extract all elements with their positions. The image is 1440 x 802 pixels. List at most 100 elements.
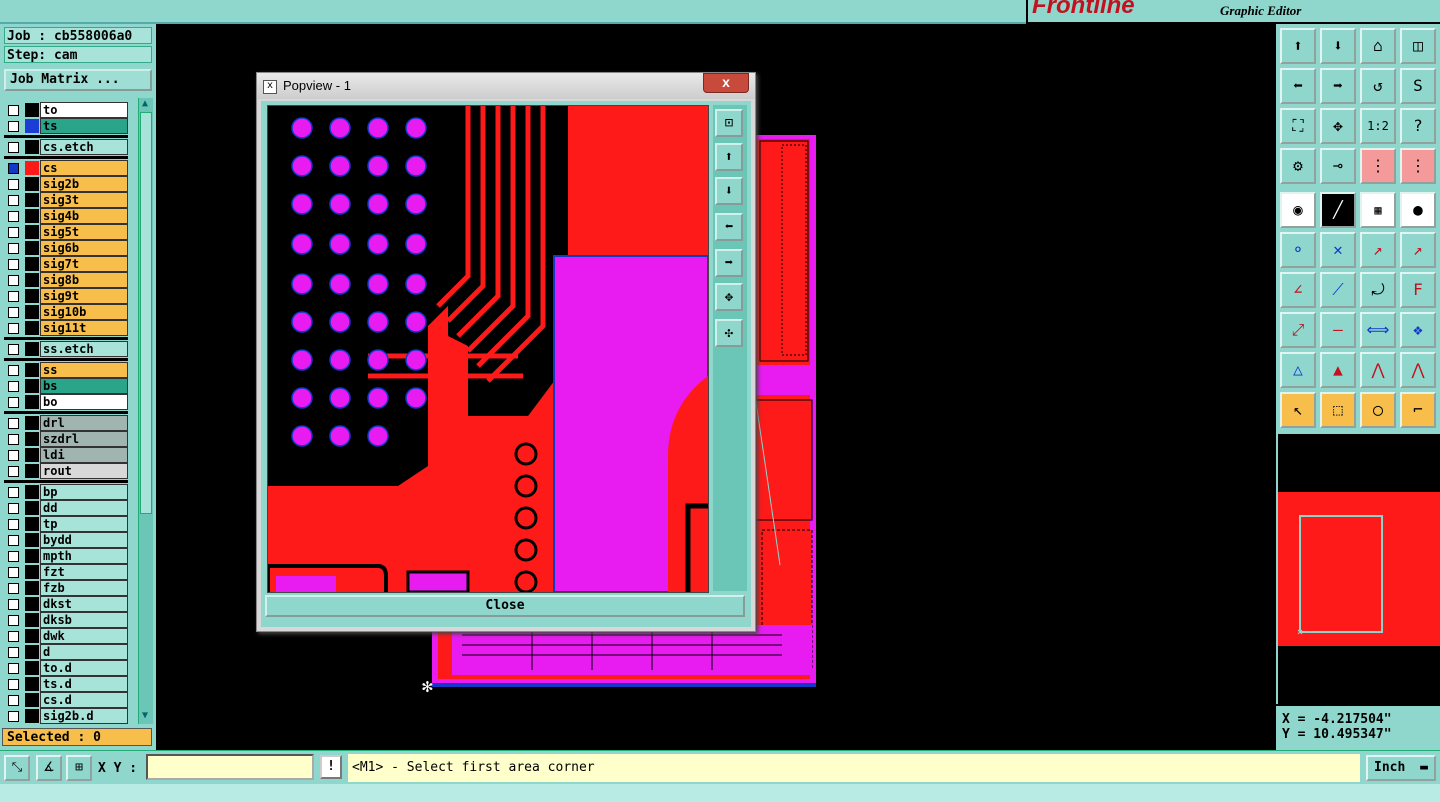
layer-row[interactable]: ss.etch [4,341,128,357]
mirror-icon[interactable]: F [1400,272,1436,308]
layer-row[interactable]: bs [4,378,128,394]
layer-name[interactable]: drl [40,415,128,431]
layer-checkbox[interactable] [8,450,19,461]
triangle-up-icon[interactable]: ▲ [1320,352,1356,388]
layer-color-swatch[interactable] [25,661,39,675]
layer-row[interactable]: sig2b [4,176,128,192]
layer-name[interactable]: cs.etch [40,139,128,155]
grid-icon[interactable]: ⊞ [66,755,92,781]
layer-checkbox[interactable] [8,631,19,642]
layer-color-swatch[interactable] [25,581,39,595]
pan-up-icon[interactable]: ⬆ [1280,28,1316,64]
layer-row[interactable]: sig11t [4,320,128,336]
layer-row[interactable]: sig4b [4,208,128,224]
layer-name[interactable]: bs [40,378,128,394]
layer-color-swatch[interactable] [25,709,39,723]
layer-color-swatch[interactable] [25,342,39,356]
layer-name[interactable]: bp [40,484,128,500]
layer-name[interactable]: sig2b [40,176,128,192]
layer-name[interactable]: ss [40,362,128,378]
zoom-fit-icon[interactable]: ✥ [715,283,743,311]
layer-color-swatch[interactable] [25,565,39,579]
line-draw-icon[interactable]: ╱ [1320,192,1356,228]
layer-color-swatch[interactable] [25,517,39,531]
layer-name[interactable]: ldi [40,447,128,463]
layer-row[interactable]: dd [4,500,128,516]
s-curve-icon[interactable]: S [1400,68,1436,104]
layer-checkbox[interactable] [8,679,19,690]
layer-row[interactable]: cs.etch [4,139,128,155]
slope-icon[interactable]: ⟋ [1320,272,1356,308]
layer-row[interactable]: bydd [4,532,128,548]
pan-down-icon[interactable]: ⬇ [1320,28,1356,64]
pan-right-icon[interactable]: ➡ [715,249,743,277]
layer-color-swatch[interactable] [25,432,39,446]
layer-row[interactable]: d [4,644,128,660]
layer-name[interactable]: bo [40,394,128,410]
layer-checkbox[interactable] [8,243,19,254]
layer-row[interactable]: cs.d [4,692,128,708]
layer-color-swatch[interactable] [25,395,39,409]
layer-name[interactable]: sig6b [40,240,128,256]
layer-name[interactable]: sig5t [40,224,128,240]
layer-row[interactable]: rout [4,463,128,479]
layer-color-swatch[interactable] [25,209,39,223]
layer-color-swatch[interactable] [25,549,39,563]
layer-name[interactable]: to [40,102,128,118]
zoom-home-icon[interactable]: ✣ [715,319,743,347]
close-button[interactable]: Close [265,595,745,617]
pan-down-icon[interactable]: ⬇ [715,177,743,205]
layer-color-swatch[interactable] [25,416,39,430]
arc-icon[interactable]: ⤾ [1360,272,1396,308]
layer-name[interactable]: ts.d [40,676,128,692]
pan-left-icon[interactable]: ⬅ [715,213,743,241]
angle-icon[interactable]: ∠ [1280,272,1316,308]
ruler-icon[interactable]: ▦ [1360,192,1396,228]
zoom-fit-icon[interactable]: ⛶ [1280,108,1316,144]
probe-icon[interactable]: ⊸ [1320,148,1356,184]
layer-color-swatch[interactable] [25,363,39,377]
help-icon[interactable]: ? [1400,108,1436,144]
layer-checkbox[interactable] [8,418,19,429]
zoom-in-out-icon[interactable]: ✥ [1320,108,1356,144]
layer-color-swatch[interactable] [25,289,39,303]
layer-checkbox[interactable] [8,307,19,318]
layer-name[interactable]: ts [40,118,128,134]
layer-color-swatch[interactable] [25,448,39,462]
layer-checkbox[interactable] [8,179,19,190]
layer-name[interactable]: bydd [40,532,128,548]
layer-name[interactable]: ss.etch [40,341,128,357]
copy-icon[interactable]: ↗ [1400,232,1436,268]
layer-color-swatch[interactable] [25,241,39,255]
pad-icon[interactable]: ● [1400,192,1436,228]
shapes-icon[interactable]: ❖ [1400,312,1436,348]
arch-icon[interactable]: ⋀ [1360,352,1396,388]
layer-color-swatch[interactable] [25,693,39,707]
layer-color-swatch[interactable] [25,677,39,691]
layer-color-swatch[interactable] [25,533,39,547]
layer-checkbox[interactable] [8,323,19,334]
break-line-icon[interactable]: — [1320,312,1356,348]
measure-tool-icon[interactable]: ⚙ [1280,148,1316,184]
pan-right-icon[interactable]: ➡ [1320,68,1356,104]
layer-color-swatch[interactable] [25,161,39,175]
select-circle-icon[interactable]: ◯ [1360,392,1396,428]
execute-button[interactable]: ! [320,755,342,779]
layer-row[interactable]: sig6b [4,240,128,256]
layer-checkbox[interactable] [8,551,19,562]
layer-row[interactable]: sig9t [4,288,128,304]
layer-name[interactable]: sig9t [40,288,128,304]
select-polygon-icon[interactable]: ⌐ [1400,392,1436,428]
layer-row[interactable]: fzb [4,580,128,596]
layer-row[interactable]: ts.d [4,676,128,692]
layer-checkbox[interactable] [8,121,19,132]
layer-name[interactable]: fzt [40,564,128,580]
layer-name[interactable]: mpth [40,548,128,564]
layer-name[interactable]: tp [40,516,128,532]
layer-row[interactable]: szdrl [4,431,128,447]
layer-checkbox[interactable] [8,381,19,392]
layer-name[interactable]: sig10b [40,304,128,320]
layer-checkbox[interactable] [8,583,19,594]
layer-checkbox[interactable] [8,397,19,408]
scale-1-2-icon[interactable]: 1:2 [1360,108,1396,144]
